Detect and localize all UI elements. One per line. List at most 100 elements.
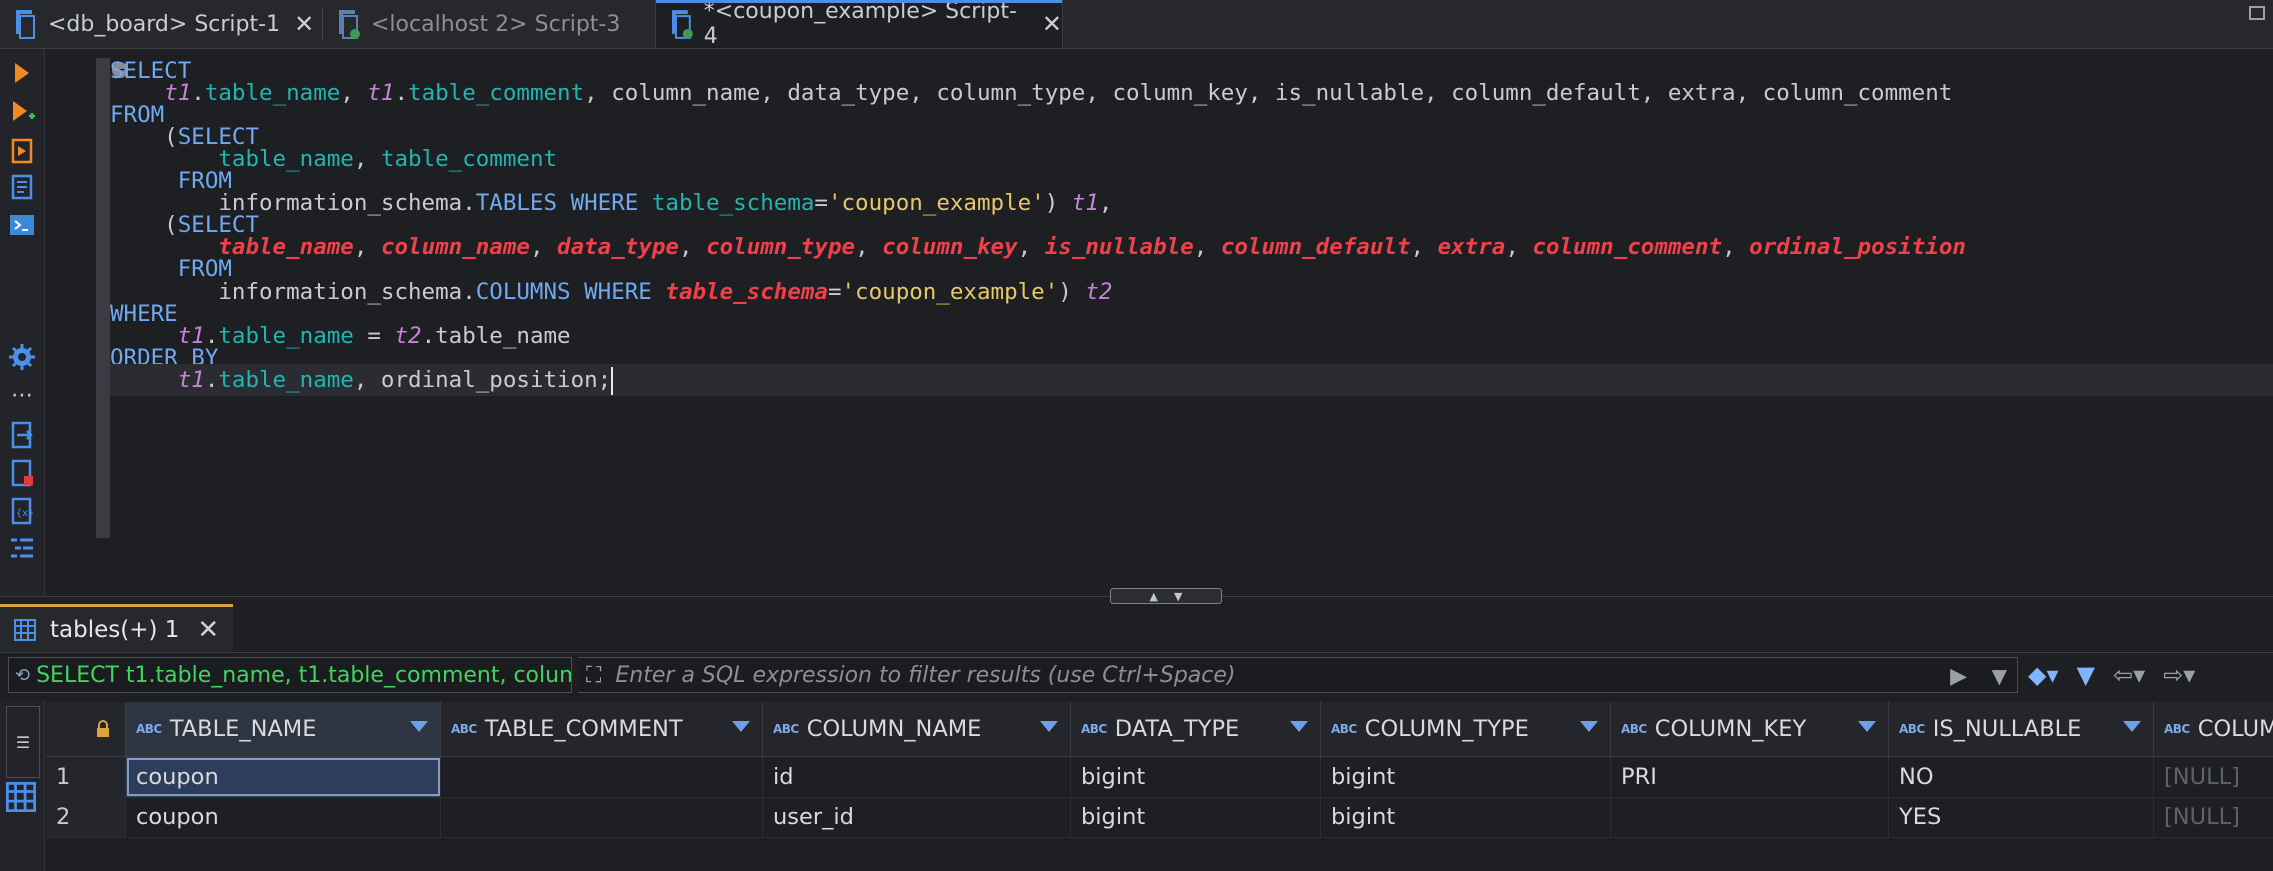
column-header[interactable]: ABC COLUMN_ xyxy=(2154,702,2273,756)
sort-icon[interactable] xyxy=(410,721,428,732)
column-header[interactable]: ABC DATA_TYPE xyxy=(1071,702,1321,756)
code-token: , xyxy=(1505,234,1533,260)
text-type-icon: ABC xyxy=(1081,722,1107,736)
query-preview[interactable]: ⟲ SELECT t1.table_name, t1.table_comment… xyxy=(8,657,572,693)
code-token: .table_name xyxy=(421,323,571,349)
filter-history-dropdown-icon[interactable]: ▼ xyxy=(1992,664,2007,688)
funnel-icon[interactable]: ▼ xyxy=(2077,661,2095,689)
table-cell[interactable] xyxy=(1611,797,1889,837)
table-cell[interactable] xyxy=(441,797,763,837)
outline-icon[interactable] xyxy=(6,533,38,565)
chevron-down-icon[interactable]: ▼ xyxy=(1174,590,1182,603)
close-icon[interactable]: ✕ xyxy=(1042,10,1062,38)
table-cell[interactable]: bigint xyxy=(1321,797,1611,837)
close-icon[interactable]: ✕ xyxy=(197,615,219,645)
execute-script-icon[interactable] xyxy=(6,135,38,167)
table-cell[interactable]: [NULL] xyxy=(2154,797,2273,837)
sort-icon[interactable] xyxy=(1580,721,1598,732)
expand-icon[interactable]: ⛶ xyxy=(586,663,601,688)
table-cell[interactable]: coupon xyxy=(126,797,441,837)
sort-icon[interactable] xyxy=(1040,721,1058,732)
more-icon[interactable]: ⋯ xyxy=(6,379,38,411)
column-header[interactable]: ABC COLUMN_KEY xyxy=(1611,702,1889,756)
close-icon[interactable]: ✕ xyxy=(294,10,314,38)
export-icon[interactable] xyxy=(6,419,38,451)
chevron-up-icon[interactable]: ▲ xyxy=(1150,590,1158,603)
code-token: TABLES xyxy=(475,190,558,216)
code-line[interactable]: information_schema.COLUMNS WHERE table_s… xyxy=(110,276,1112,308)
table-row[interactable]: 1 coupon id bigint bigint PRI NO [NULL] xyxy=(46,757,2273,798)
back-icon[interactable]: ⇦▾ xyxy=(2113,661,2145,689)
tab-script-1[interactable]: <db_board> Script-1 ✕ xyxy=(0,0,322,48)
table-cell[interactable]: user_id xyxy=(763,797,1071,837)
tab-script-4[interactable]: *<coupon_example> Script-4 ✕ xyxy=(655,0,1063,49)
results-tab[interactable]: tables(+) 1 ✕ xyxy=(0,604,234,652)
splitter-handle[interactable]: ▲ ▼ xyxy=(1110,588,1222,604)
code-token: ordinal_position xyxy=(1749,234,1966,260)
text-type-icon: ABC xyxy=(451,722,477,736)
table-cell[interactable]: [NULL] xyxy=(2154,757,2273,797)
text-view-icon[interactable]: ☰ xyxy=(6,706,40,778)
code-token: column_name xyxy=(380,234,530,260)
table-cell[interactable] xyxy=(441,757,763,797)
forward-icon[interactable]: ⇨▾ xyxy=(2163,661,2195,689)
code-line[interactable]: t1.table_name, t1.table_comment, column_… xyxy=(110,77,1952,109)
column-header[interactable]: ABC COLUMN_NAME xyxy=(763,702,1071,756)
table-cell[interactable]: coupon xyxy=(126,757,441,797)
text-type-icon: ABC xyxy=(1331,722,1357,736)
column-header-label: DATA_TYPE xyxy=(1114,716,1240,742)
sql-editor[interactable]: SELECT t1.table_name, t1.table_comment, … xyxy=(110,55,2273,545)
apply-filter-icon[interactable]: ▶ xyxy=(1950,664,1967,689)
script-file-icon xyxy=(339,10,360,39)
code-line[interactable]: t1.table_name, ordinal_position; xyxy=(110,364,2273,396)
table-row[interactable]: 2 coupon user_id bigint bigint YES [NULL] xyxy=(46,797,2273,838)
sort-icon[interactable] xyxy=(1290,721,1308,732)
execute-in-new-tab-icon[interactable] xyxy=(6,95,38,127)
settings-icon[interactable] xyxy=(6,341,38,373)
code-token: , xyxy=(353,146,381,172)
table-cell[interactable]: bigint xyxy=(1071,797,1321,837)
variables-icon[interactable]: {x} xyxy=(6,495,38,527)
row-number[interactable]: 1 xyxy=(46,757,126,797)
restore-icon[interactable] xyxy=(2249,6,2265,20)
code-token: table_schema xyxy=(665,279,828,305)
lock-icon[interactable] xyxy=(46,702,126,756)
table-cell[interactable]: bigint xyxy=(1321,757,1611,797)
code-token: t1 xyxy=(367,80,395,106)
table-cell[interactable]: bigint xyxy=(1071,757,1321,797)
code-line[interactable]: information_schema.TABLES WHERE table_sc… xyxy=(110,187,1112,219)
sort-icon[interactable] xyxy=(732,721,750,732)
grid-view-icon[interactable] xyxy=(6,782,38,814)
filter-input[interactable]: ⛶ Enter a SQL expression to filter resul… xyxy=(578,657,2018,693)
table-cell[interactable]: NO xyxy=(1889,757,2154,797)
text-caret xyxy=(611,366,614,395)
execute-statement-icon[interactable] xyxy=(6,57,38,89)
svg-text:{x}: {x} xyxy=(16,508,34,519)
table-cell[interactable]: PRI xyxy=(1611,757,1889,797)
results-grid[interactable]: ABC TABLE_NAME ABC TABLE_COMMENT ABC COLUMN_N… xyxy=(46,702,2273,871)
column-header[interactable]: ABC TABLE_COMMENT xyxy=(441,702,763,756)
column-header-label: TABLE_NAME xyxy=(169,716,317,742)
code-token: WHERE xyxy=(570,190,639,216)
column-header[interactable]: ABC COLUMN_TYPE xyxy=(1321,702,1611,756)
code-token: table_name xyxy=(218,234,354,260)
row-number[interactable]: 2 xyxy=(46,797,126,837)
column-header[interactable]: ABC IS_NULLABLE xyxy=(1889,702,2154,756)
code-token: column_key xyxy=(882,234,1018,260)
sort-icon[interactable] xyxy=(2123,721,2141,732)
column-header[interactable]: ABC TABLE_NAME xyxy=(126,702,441,756)
eraser-icon[interactable]: ◆▾ xyxy=(2028,661,2059,689)
table-cell[interactable]: id xyxy=(763,757,1071,797)
text-type-icon: ABC xyxy=(136,722,162,736)
code-token: t1 xyxy=(177,367,205,393)
import-icon[interactable] xyxy=(6,457,38,489)
code-line[interactable]: table_name, column_name, data_type, colu… xyxy=(110,231,1966,263)
open-console-icon[interactable] xyxy=(6,209,38,241)
sort-icon[interactable] xyxy=(1858,721,1876,732)
column-header-label: COLUMN_NAME xyxy=(806,716,982,742)
table-cell[interactable]: YES xyxy=(1889,797,2154,837)
text-type-icon: ABC xyxy=(1621,722,1647,736)
explain-plan-icon[interactable] xyxy=(6,171,38,203)
tab-script-3[interactable]: <localhost 2> Script-3 xyxy=(323,0,653,48)
code-token: , xyxy=(855,234,883,260)
